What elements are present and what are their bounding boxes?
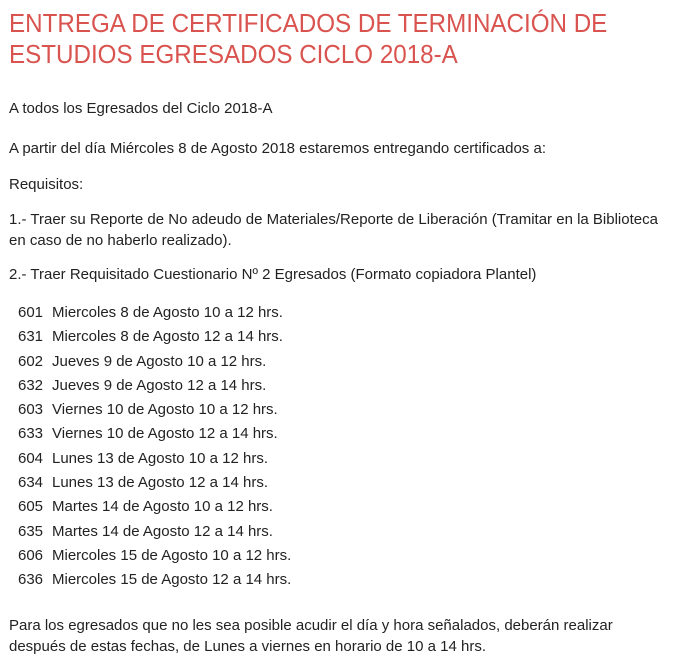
schedule-time: Lunes 13 de Agosto 12 a 14 hrs. <box>52 474 268 492</box>
group-code: 601 <box>18 304 44 321</box>
schedule-item: 632 Jueves 9 de Agosto 12 a 14 hrs. <box>18 374 291 398</box>
group-code: 631 <box>18 328 44 346</box>
group-code: 604 <box>18 449 44 467</box>
schedule-item: 602 Jueves 9 de Agosto 10 a 12 hrs. <box>18 350 291 374</box>
schedule-item: 636 Miercoles 15 de Agosto 12 a 14 hrs. <box>18 568 291 592</box>
schedule-item: 604 Lunes 13 de Agosto 10 a 12 hrs. <box>18 447 291 471</box>
group-code: 636 <box>18 571 44 589</box>
schedule-item: 603 Viernes 10 de Agosto 10 a 12 hrs. <box>18 398 291 422</box>
schedule-time: Jueves 9 de Agosto 12 a 14 hrs. <box>52 376 267 394</box>
schedule-time: Viernes 10 de Agosto 12 a 14 hrs. <box>52 425 278 443</box>
closing-text: Para los egresados que no les sea posibl… <box>9 617 613 655</box>
schedule-item: 634 Lunes 13 de Agosto 12 a 14 hrs. <box>18 471 291 495</box>
schedule-list: 601 Miercoles 8 de Agosto 10 a 12 hrs. 63… <box>18 301 291 593</box>
schedule-item: 605 Martes 14 de Agosto 10 a 12 hrs. <box>18 495 291 519</box>
schedule-item: 635 Martes 14 de Agosto 12 a 14 hrs. <box>18 520 291 544</box>
schedule-item: 631 Miercoles 8 de Agosto 12 a 14 hrs. <box>18 325 291 349</box>
schedule-time: Miercoles 8 de Agosto 12 a 14 hrs. <box>52 328 283 346</box>
announcement-page: ENTREGA DE CERTIFICADOS DE TERMINACIÓN D… <box>0 0 684 671</box>
schedule-item: 633 Viernes 10 de Agosto 12 a 14 hrs. <box>18 422 291 446</box>
schedule-time: Lunes 13 de Agosto 10 a 12 hrs. <box>52 449 268 467</box>
requirements-label: Requisitos: <box>9 176 84 193</box>
schedule-time: Martes 14 de Agosto 12 a 14 hrs. <box>52 522 273 540</box>
schedule-time: Martes 14 de Agosto 10 a 12 hrs. <box>52 498 273 516</box>
page-title: ENTREGA DE CERTIFICADOS DE TERMINACIÓN D… <box>9 8 608 69</box>
requirement-2: 2.- Traer Requisitado Cuestionario Nº 2 … <box>9 266 537 283</box>
group-code: 606 <box>18 546 44 564</box>
group-code: 632 <box>18 376 44 394</box>
greeting-text: A todos los Egresados del Ciclo 2018-A <box>9 100 273 117</box>
schedule-item: 601 Miercoles 8 de Agosto 10 a 12 hrs. <box>18 301 291 325</box>
group-code: 602 <box>18 352 44 370</box>
group-code: 603 <box>18 401 44 419</box>
intro-text: A partir del día Miércoles 8 de Agosto 2… <box>9 140 546 157</box>
group-code: 633 <box>18 425 44 443</box>
schedule-time: Jueves 9 de Agosto 10 a 12 hrs. <box>52 352 267 370</box>
group-code: 635 <box>18 522 44 540</box>
schedule-time: Miercoles 15 de Agosto 12 a 14 hrs. <box>52 571 292 589</box>
group-code: 634 <box>18 474 44 492</box>
schedule-time: Viernes 10 de Agosto 10 a 12 hrs. <box>52 401 278 419</box>
schedule-time: Miercoles 15 de Agosto 10 a 12 hrs. <box>52 546 292 564</box>
requirement-1: 1.- Traer su Reporte de No adeudo de Mat… <box>9 211 658 249</box>
group-code: 605 <box>18 498 44 516</box>
schedule-time: Miercoles 8 de Agosto 10 a 12 hrs. <box>52 304 283 321</box>
schedule-item: 606 Miercoles 15 de Agosto 10 a 12 hrs. <box>18 544 291 568</box>
